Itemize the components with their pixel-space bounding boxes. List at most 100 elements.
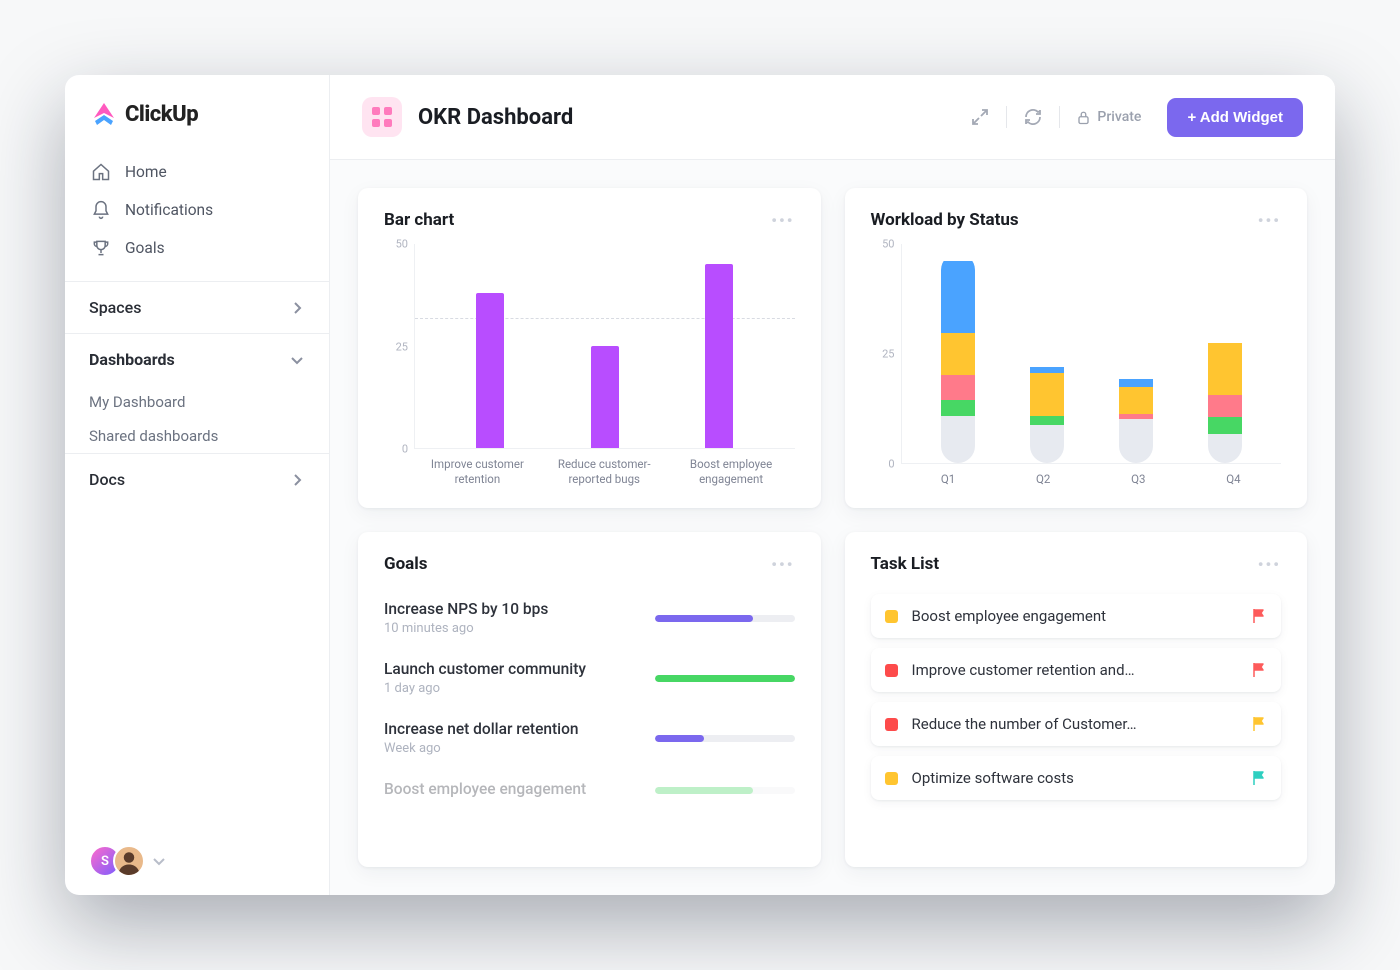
x-axis-labels: Improve customer retentionReduce custome… — [384, 457, 795, 486]
topbar: OKR Dashboard Private + Add Widget — [330, 75, 1335, 160]
nav-label: Notifications — [125, 201, 213, 219]
flag-icon — [1251, 608, 1267, 624]
segment-green — [1030, 416, 1064, 425]
widget-title: Bar chart — [384, 210, 454, 230]
task-list: Boost employee engagement Improve custom… — [871, 588, 1282, 810]
section-label: Spaces — [89, 298, 141, 317]
stacked-bar[interactable] — [941, 253, 975, 463]
goal-row[interactable]: Increase NPS by 10 bps 10 minutes ago — [384, 588, 795, 648]
widget-goals: Goals ••• Increase NPS by 10 bps 10 minu… — [358, 532, 821, 867]
nav-label: Home — [125, 163, 167, 181]
goal-name: Boost employee engagement — [384, 780, 655, 798]
x-tick-label: Q2 — [996, 472, 1091, 486]
segment-blue — [1119, 379, 1153, 387]
y-tick: 0 — [888, 457, 894, 470]
separator — [1059, 106, 1060, 128]
home-icon — [91, 162, 111, 182]
section-head-docs[interactable]: Docs — [65, 454, 329, 505]
goal-progress — [655, 787, 795, 794]
chart-plot: 50 25 0 — [384, 244, 795, 449]
task-row[interactable]: Optimize software costs — [871, 756, 1282, 800]
y-axis: 50 25 0 — [384, 244, 414, 449]
stacked-bar[interactable] — [1030, 318, 1064, 462]
stacked-bar[interactable] — [1208, 301, 1242, 463]
nav-goals[interactable]: Goals — [79, 229, 315, 267]
user-avatars[interactable]: S — [65, 827, 329, 895]
clickup-logo-icon — [91, 101, 117, 127]
section-head-spaces[interactable]: Spaces — [65, 282, 329, 333]
separator — [1006, 106, 1007, 128]
goal-progress — [655, 615, 795, 622]
segment-grey — [941, 416, 975, 462]
goal-time: Week ago — [384, 741, 655, 756]
status-square — [885, 664, 898, 677]
sidebar-sub-shared-dashboards[interactable]: Shared dashboards — [65, 419, 329, 453]
segment-yellow — [1208, 343, 1242, 395]
widget-menu-icon[interactable]: ••• — [771, 211, 794, 230]
x-tick-label: Reduce customer-reported bugs — [541, 457, 668, 486]
segment-green — [941, 400, 975, 417]
y-tick: 50 — [882, 238, 894, 251]
sidebar: ClickUp Home Notifications Goals — [65, 75, 330, 895]
task-row[interactable]: Improve customer retention and… — [871, 648, 1282, 692]
goal-name: Increase net dollar retention — [384, 720, 655, 738]
section-label: Docs — [89, 470, 125, 489]
chevron-down-icon[interactable] — [151, 853, 167, 869]
add-widget-button[interactable]: + Add Widget — [1167, 98, 1303, 137]
privacy-toggle[interactable]: Private — [1076, 109, 1141, 125]
goal-time: 10 minutes ago — [384, 621, 655, 636]
goal-progress — [655, 675, 795, 682]
dashboard-icon — [362, 97, 402, 137]
widget-title: Goals — [384, 554, 428, 574]
segment-grey — [1208, 434, 1242, 463]
widget-menu-icon[interactable]: ••• — [771, 555, 794, 574]
status-square — [885, 772, 898, 785]
x-tick-label: Q3 — [1091, 472, 1186, 486]
bar[interactable] — [705, 264, 733, 448]
goal-row[interactable]: Boost employee engagement — [384, 768, 795, 813]
task-name: Improve customer retention and… — [912, 661, 1238, 679]
widget-title: Task List — [871, 554, 940, 574]
nav-notifications[interactable]: Notifications — [79, 191, 315, 229]
privacy-label: Private — [1097, 109, 1141, 125]
brand-name: ClickUp — [125, 102, 198, 127]
primary-nav: Home Notifications Goals — [65, 147, 329, 281]
goal-row[interactable]: Increase net dollar retention Week ago — [384, 708, 795, 768]
brand-logo[interactable]: ClickUp — [65, 75, 329, 147]
section-head-dashboards[interactable]: Dashboards — [65, 334, 329, 385]
avatar[interactable] — [113, 845, 145, 877]
refresh-icon[interactable] — [1023, 107, 1043, 127]
nav-home[interactable]: Home — [79, 153, 315, 191]
nav-label: Goals — [125, 239, 165, 257]
segment-yellow — [941, 333, 975, 375]
y-tick: 25 — [882, 347, 894, 360]
task-name: Reduce the number of Customer… — [912, 715, 1238, 733]
goal-progress — [655, 735, 795, 742]
sidebar-sub-my-dashboard[interactable]: My Dashboard — [65, 385, 329, 419]
chevron-right-icon — [289, 300, 305, 316]
status-square — [885, 718, 898, 731]
segment-yellow — [1119, 387, 1153, 414]
bar[interactable] — [591, 346, 619, 448]
expand-icon[interactable] — [970, 107, 990, 127]
widget-menu-icon[interactable]: ••• — [1258, 555, 1281, 574]
task-row[interactable]: Reduce the number of Customer… — [871, 702, 1282, 746]
chevron-right-icon — [289, 472, 305, 488]
x-tick-label: Q4 — [1186, 472, 1281, 486]
goals-list: Increase NPS by 10 bps 10 minutes ago La… — [384, 588, 795, 813]
bar[interactable] — [476, 293, 504, 448]
bell-icon — [91, 200, 111, 220]
goal-row[interactable]: Launch customer community 1 day ago — [384, 648, 795, 708]
task-row[interactable]: Boost employee engagement — [871, 594, 1282, 638]
widget-bar-chart: Bar chart ••• 50 25 0 Improve customer r… — [358, 188, 821, 508]
widget-title: Workload by Status — [871, 210, 1019, 230]
stacked-bar[interactable] — [1119, 327, 1153, 463]
task-name: Boost employee engagement — [912, 607, 1238, 625]
segment-pink — [1208, 395, 1242, 418]
widget-menu-icon[interactable]: ••• — [1258, 211, 1281, 230]
widget-workload: Workload by Status ••• 50 25 0 Q1Q2Q3Q4 — [845, 188, 1308, 508]
x-tick-label: Q1 — [901, 472, 996, 486]
flag-icon — [1251, 716, 1267, 732]
flag-icon — [1251, 770, 1267, 786]
page-title: OKR Dashboard — [418, 105, 573, 130]
